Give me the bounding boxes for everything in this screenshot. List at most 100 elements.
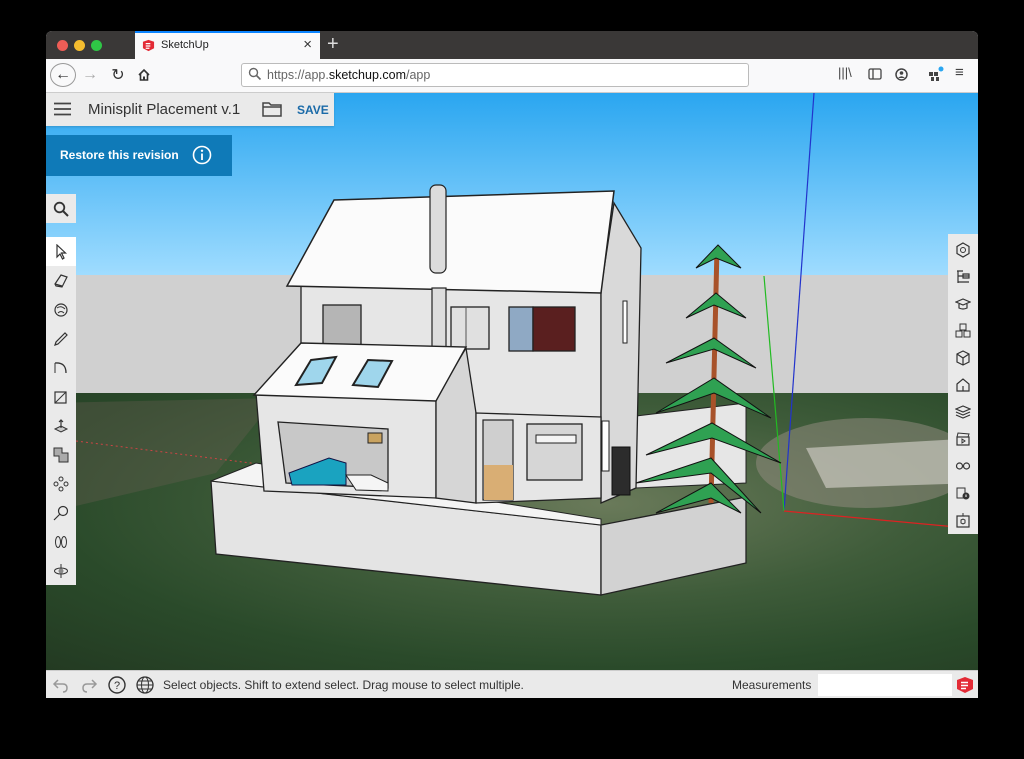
reload-icon: ↻: [111, 67, 125, 84]
url-bar[interactable]: https://app.sketchup.com/app: [241, 63, 749, 87]
outliner-panel[interactable]: [948, 263, 978, 290]
push-pull-icon: [53, 418, 69, 433]
scenes-panel[interactable]: [948, 425, 978, 452]
search-icon: [248, 67, 262, 81]
components-panel[interactable]: [948, 317, 978, 344]
status-message: Select objects. Shift to extend select. …: [163, 678, 524, 692]
hamburger-menu-icon[interactable]: ≡: [955, 64, 964, 81]
url-text[interactable]: https://app.sketchup.com/app: [267, 68, 430, 82]
tape-measure-tool[interactable]: [46, 498, 76, 527]
window-side: [622, 300, 628, 344]
reload-button[interactable]: ↻: [108, 63, 128, 87]
main-roof: [285, 190, 615, 294]
measurements-label: Measurements: [732, 678, 812, 692]
rectangle-tool[interactable]: [46, 382, 76, 411]
select-tool[interactable]: [46, 237, 76, 266]
styles-panel[interactable]: [948, 371, 978, 398]
forward-button[interactable]: →: [80, 63, 100, 87]
outliner-icon: [957, 269, 970, 283]
globe-icon[interactable]: [136, 676, 154, 694]
browser-window: SketchUp × + ← → ↻ https://app.sketchup.…: [46, 31, 978, 698]
sketchup-logo-icon: [957, 677, 973, 693]
layers-icon: [955, 404, 971, 419]
arrow-cursor-icon: [56, 243, 68, 260]
side-table: [367, 432, 383, 444]
url-prefix: https://app.: [267, 68, 329, 82]
paint-icon: [54, 302, 68, 317]
url-domain: sketchup.com: [328, 68, 406, 82]
redo-icon[interactable]: [80, 676, 98, 694]
forward-arrow-icon: →: [82, 66, 98, 83]
offset-tool[interactable]: [46, 440, 76, 469]
tags-panel[interactable]: [948, 398, 978, 425]
library-icon[interactable]: |||\: [838, 65, 852, 80]
close-icon[interactable]: ×: [303, 36, 312, 53]
close-window-button[interactable]: [57, 40, 68, 51]
orbit-tool[interactable]: [46, 556, 76, 585]
window-lower-side: [601, 420, 610, 472]
back-button[interactable]: ←: [50, 63, 76, 87]
offset-icon: [53, 447, 69, 462]
help-icon[interactable]: ?: [108, 676, 126, 694]
walk-tool[interactable]: [46, 527, 76, 556]
clapperboard-icon: [956, 431, 970, 446]
glasses-icon: [955, 461, 971, 470]
entity-info-panel[interactable]: [948, 236, 978, 263]
search-icon: [53, 201, 69, 217]
footprints-icon: [55, 535, 67, 548]
wood-floor: [484, 465, 513, 500]
left-toolbar: [46, 237, 76, 585]
info-icon[interactable]: [192, 145, 212, 165]
save-button[interactable]: SAVE: [297, 103, 329, 117]
folder-icon[interactable]: [262, 101, 282, 117]
extensions-icon[interactable]: [928, 66, 944, 82]
account-icon[interactable]: [895, 68, 908, 81]
eraser-tool[interactable]: [46, 266, 76, 295]
display-panel[interactable]: [948, 452, 978, 479]
model-scene[interactable]: [46, 93, 978, 670]
push-pull-tool[interactable]: [46, 411, 76, 440]
restore-revision-button[interactable]: Restore this revision: [46, 135, 232, 176]
window-lower: [526, 423, 583, 481]
undo-icon[interactable]: [52, 676, 70, 694]
house-icon: [956, 377, 970, 392]
tab-title: SketchUp: [161, 39, 209, 51]
arc-icon: [53, 360, 69, 376]
plus-icon[interactable]: +: [327, 33, 339, 56]
chimney: [429, 184, 447, 274]
app-header: Minisplit Placement v.1 SAVE: [46, 93, 334, 126]
measurements-input[interactable]: [818, 674, 952, 696]
tab-sketchup[interactable]: SketchUp ×: [135, 31, 320, 59]
components-icon: [955, 323, 971, 337]
file-title[interactable]: Minisplit Placement v.1: [88, 101, 240, 118]
ar-viewer-panel[interactable]: [948, 506, 978, 533]
3d-viewport[interactable]: Minisplit Placement v.1 SAVE Restore thi…: [46, 93, 978, 670]
instructor-panel[interactable]: [948, 290, 978, 317]
tab-bar: SketchUp × +: [46, 31, 978, 59]
arc-tool[interactable]: [46, 353, 76, 382]
url-suffix: /app: [405, 68, 431, 82]
kitchen-counter: [535, 434, 577, 444]
materials-panel[interactable]: [948, 344, 978, 371]
sketchup-logo-icon: [142, 39, 155, 52]
garden-wall-right: [600, 496, 747, 596]
right-toolbar: [948, 234, 978, 534]
orbit-icon: [54, 563, 68, 578]
search-button[interactable]: [46, 194, 76, 223]
solid-inspector-panel[interactable]: [948, 479, 978, 506]
move-tool[interactable]: [46, 469, 76, 498]
home-button[interactable]: [134, 63, 154, 87]
svg-text:?: ?: [114, 680, 120, 692]
window-upper-right-glass: [508, 306, 534, 352]
window-upper-right-shutter: [532, 306, 576, 352]
paint-bucket-tool[interactable]: [46, 295, 76, 324]
sidebar-icon[interactable]: [868, 68, 882, 80]
cube-icon: [956, 349, 970, 366]
minimize-window-button[interactable]: [74, 40, 85, 51]
maximize-window-button[interactable]: [91, 40, 102, 51]
rectangle-icon: [54, 390, 67, 404]
line-tool[interactable]: [46, 324, 76, 353]
hamburger-menu-icon[interactable]: [54, 102, 71, 116]
graduation-cap-icon: [955, 297, 971, 310]
solid-inspector-icon: [956, 487, 970, 499]
